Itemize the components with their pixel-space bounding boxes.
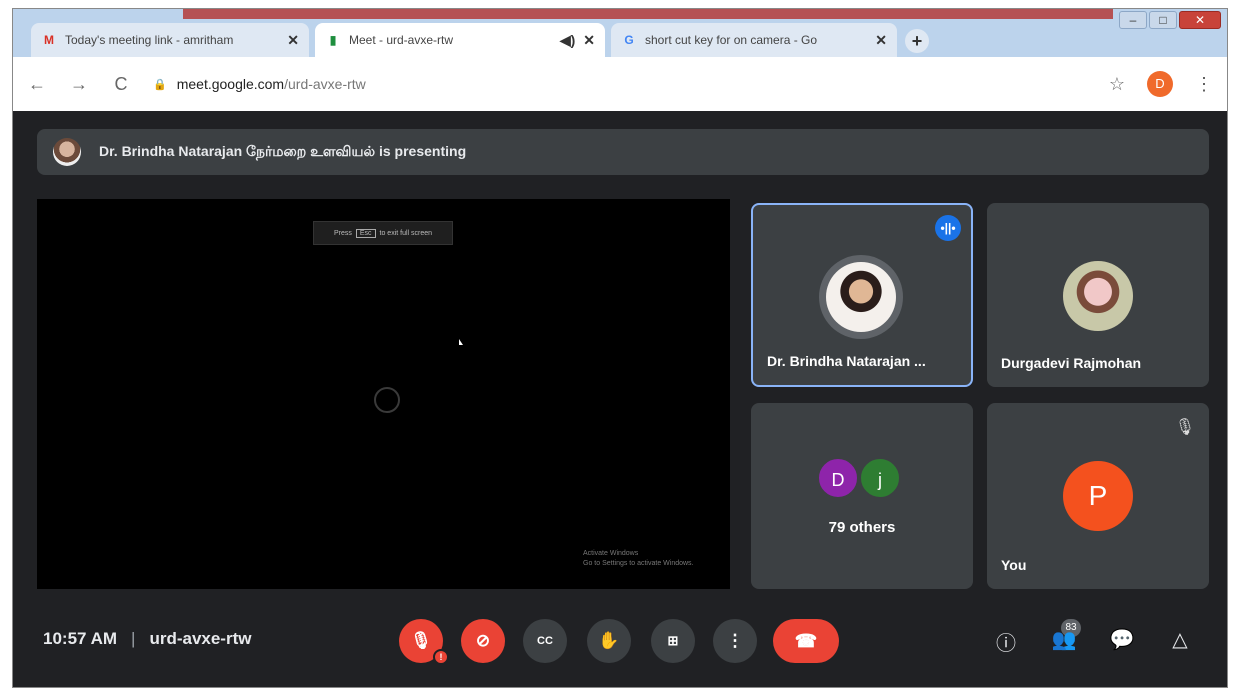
google-icon: G <box>624 33 634 47</box>
camera-toggle-button[interactable]: ⊘ <box>461 619 505 663</box>
close-tab-icon[interactable]: ✕ <box>875 32 887 49</box>
captions-icon: CC <box>537 635 553 647</box>
activities-icon: △ <box>1172 629 1188 651</box>
watermark-line-1: Activate Windows <box>583 550 639 557</box>
participant-name: Durgadevi Rajmohan <box>1001 355 1142 371</box>
profile-avatar[interactable]: D <box>1147 71 1173 97</box>
fullscreen-hint: Press Esc to exit full screen <box>313 221 453 245</box>
participant-avatar <box>1063 261 1133 331</box>
address-bar[interactable]: 🔒 meet.google.com/urd-avxe-rtw <box>153 76 1087 92</box>
participant-tile[interactable]: Durgadevi Rajmohan <box>987 203 1209 387</box>
speaker-avatar <box>819 255 903 339</box>
reload-button[interactable]: C <box>111 74 131 95</box>
minimize-button[interactable]: – <box>1119 11 1147 29</box>
meeting-details-button[interactable]: ⓘ <box>991 627 1021 656</box>
raise-hand-button[interactable]: ✋ <box>587 619 631 663</box>
presenting-banner: Dr. Brindha Natarajan நேர்மறை உளவியல் is… <box>37 129 1209 175</box>
address-toolbar: ← → C 🔒 meet.google.com/urd-avxe-rtw ☆ D… <box>13 57 1227 111</box>
meeting-controls-bar: 10:57 AM | urd-avxe-rtw 🎙 ! ⊘ CC ✋ ⊞ ⋮ ☎… <box>13 609 1227 687</box>
gmail-icon: M <box>44 33 54 47</box>
maximize-button[interactable]: □ <box>1149 11 1177 29</box>
others-avatar-d: D <box>817 457 859 499</box>
leave-call-button[interactable]: ☎ <box>773 619 839 663</box>
loading-spinner-icon <box>374 387 400 413</box>
self-avatar: P <box>1063 461 1133 531</box>
others-tile[interactable]: D j 79 others <box>751 403 973 589</box>
bookmark-star-icon[interactable]: ☆ <box>1109 74 1125 95</box>
audio-playing-icon[interactable]: ◀) <box>560 32 575 49</box>
separator: | <box>131 629 136 648</box>
hang-up-icon: ☎ <box>794 631 818 651</box>
present-screen-icon: ⊞ <box>667 633 679 648</box>
tab-title: Today's meeting link - amritham <box>65 33 234 47</box>
meet-icon: ▮ <box>329 33 337 47</box>
window-controls: – □ ✕ <box>1119 11 1221 33</box>
info-icon: ⓘ <box>996 633 1016 655</box>
presentation-screen[interactable]: Press Esc to exit full screen Activate W… <box>37 199 730 589</box>
tab-meet[interactable]: ▮ Meet - urd-avxe-rtw ◀) ✕ <box>315 23 605 57</box>
tab-title: short cut key for on camera - Go <box>645 33 818 47</box>
hint-key: Esc <box>355 228 376 238</box>
mic-off-icon: 🎙 <box>410 631 432 650</box>
activate-windows-watermark: Activate Windows Go to Settings to activ… <box>583 549 694 569</box>
self-name: You <box>1001 557 1027 573</box>
hint-suffix: to exit full screen <box>379 229 433 237</box>
lock-icon[interactable]: 🔒 <box>153 78 167 91</box>
chat-icon: 💬 <box>1109 629 1135 651</box>
more-vert-icon: ⋮ <box>726 631 744 650</box>
tab-google-search[interactable]: G short cut key for on camera - Go ✕ <box>611 23 897 57</box>
meeting-code: urd-avxe-rtw <box>149 629 252 648</box>
forward-button[interactable]: → <box>69 74 89 95</box>
back-button[interactable]: ← <box>27 74 47 95</box>
meeting-details: 10:57 AM | urd-avxe-rtw <box>43 629 251 649</box>
present-now-button[interactable]: ⊞ <box>651 619 695 663</box>
close-window-button[interactable]: ✕ <box>1179 11 1221 29</box>
tab-gmail[interactable]: M Today's meeting link - amritham ✕ <box>31 23 309 57</box>
tab-strip: M Today's meeting link - amritham ✕ ▮ Me… <box>13 9 1227 57</box>
microphone-toggle-button[interactable]: 🎙 ! <box>399 619 449 665</box>
browser-window: M Today's meeting link - amritham ✕ ▮ Me… <box>12 8 1228 688</box>
presenting-text: Dr. Brindha Natarajan நேர்மறை உளவியல் is… <box>99 142 467 159</box>
chat-button[interactable]: 💬 <box>1107 627 1137 652</box>
self-tile[interactable]: 🎙 P You <box>987 403 1209 589</box>
camera-off-icon: ⊘ <box>475 631 491 650</box>
presenter-avatar <box>53 138 81 166</box>
close-tab-icon[interactable]: ✕ <box>583 32 595 49</box>
people-icon: 👥 <box>1051 629 1077 651</box>
others-avatar-j: j <box>859 457 901 499</box>
url-path: /urd-avxe-rtw <box>284 76 366 92</box>
more-options-button[interactable]: ⋮ <box>713 619 757 663</box>
hand-icon: ✋ <box>598 631 620 650</box>
speaking-indicator-icon: •||• <box>935 215 961 241</box>
captions-button[interactable]: CC <box>523 619 567 663</box>
mic-warning-badge: ! <box>433 649 449 665</box>
url-host: meet.google.com <box>176 76 285 92</box>
hint-prefix: Press <box>333 229 352 237</box>
muted-mic-icon: 🎙 <box>1174 419 1195 436</box>
close-tab-icon[interactable]: ✕ <box>287 32 299 49</box>
tab-title: Meet - urd-avxe-rtw <box>349 33 454 47</box>
new-tab-button[interactable]: + <box>905 29 929 53</box>
watermark-line-2: Go to Settings to activate Windows. <box>583 560 694 567</box>
participant-name: Dr. Brindha Natarajan ... <box>767 353 926 369</box>
activities-button[interactable]: △ <box>1165 627 1195 652</box>
show-everyone-button[interactable]: 👥 <box>1049 627 1079 652</box>
participant-tile-speaker[interactable]: •||• Dr. Brindha Natarajan ... <box>751 203 973 387</box>
browser-menu-icon[interactable]: ⋮ <box>1195 74 1213 95</box>
others-count-label: 79 others <box>828 519 896 536</box>
mouse-cursor-icon <box>459 339 463 345</box>
meeting-time: 10:57 AM <box>43 629 118 648</box>
